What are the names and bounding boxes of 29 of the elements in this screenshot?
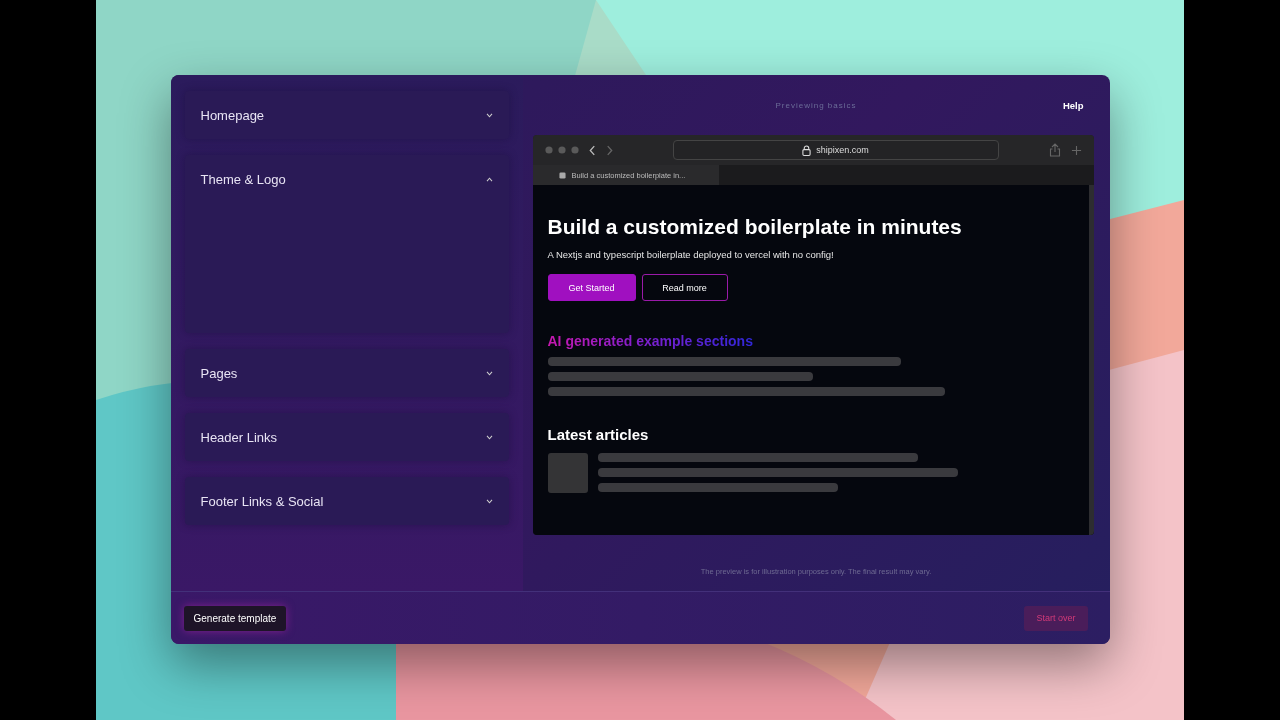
window-controls-icon[interactable] xyxy=(544,146,579,154)
get-started-button[interactable]: Get Started xyxy=(547,274,636,301)
generate-template-button[interactable]: Generate template xyxy=(183,605,287,631)
thumbnail-placeholder xyxy=(547,453,588,493)
section-title: Homepage xyxy=(200,107,265,123)
share-icon[interactable] xyxy=(1048,143,1061,157)
section-title: Footer Links & Social xyxy=(200,493,324,509)
back-icon[interactable] xyxy=(588,144,596,156)
read-more-button[interactable]: Read more xyxy=(641,274,728,301)
section-title: Pages xyxy=(200,365,238,381)
help-link[interactable]: Help xyxy=(1062,99,1084,111)
hero-subtitle: A Nextjs and typescript boilerplate deployed to vercel with no config! xyxy=(547,249,835,260)
accordion-section[interactable]: Pages xyxy=(184,349,509,397)
lock-icon xyxy=(802,144,812,156)
section-title: Theme & Logo xyxy=(200,171,286,187)
accordion-section[interactable]: Header Links xyxy=(184,413,509,461)
hero-title: Build a customized boilerplate in minutes xyxy=(547,215,963,239)
section-title: Header Links xyxy=(200,429,278,445)
page-icon xyxy=(558,171,566,179)
section-heading: AI generated example sections xyxy=(547,333,753,349)
forward-icon[interactable] xyxy=(605,144,613,156)
scrollbar[interactable] xyxy=(1088,185,1094,535)
plus-icon[interactable] xyxy=(1070,144,1082,156)
articles-heading: Latest articles xyxy=(547,426,650,443)
accordion-section[interactable]: Footer Links & Social xyxy=(184,477,509,525)
preview-caption: Previewing basics xyxy=(775,100,857,110)
accordion-section[interactable]: Theme & Logo xyxy=(184,155,509,333)
accordion-section[interactable]: Homepage xyxy=(184,91,509,139)
address-bar[interactable]: shipixen.com xyxy=(672,140,999,160)
